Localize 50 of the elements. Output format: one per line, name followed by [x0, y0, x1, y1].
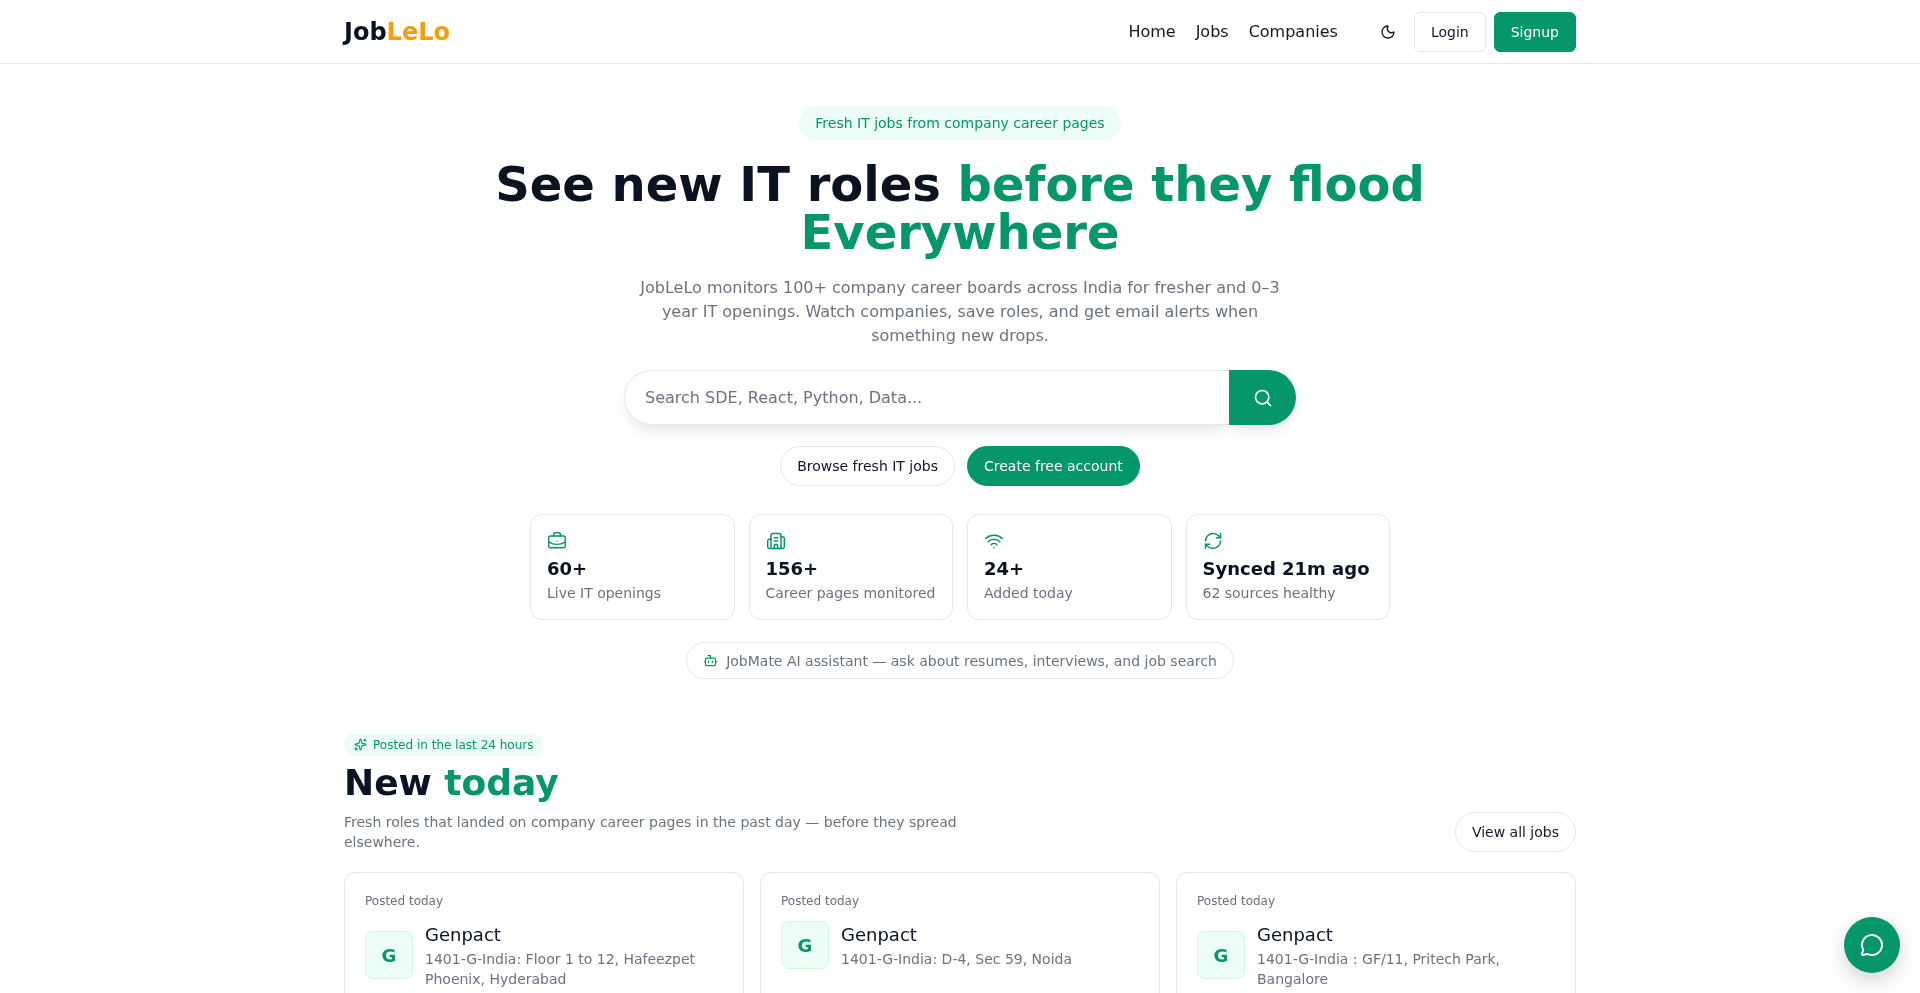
- login-button[interactable]: Login: [1413, 11, 1486, 52]
- assistant-link[interactable]: JobMate AI assistant — ask about resumes, interviews, and job search: [686, 642, 1234, 679]
- company-name: Genpact: [1257, 923, 1333, 947]
- stat-label: 62 sources healthy: [1202, 584, 1336, 603]
- job-card[interactable]: Posted today G Genpact 1401-G-India : GF/11, Pritech Park, Bangalore: [1176, 872, 1576, 993]
- wifi-icon: [984, 531, 1004, 551]
- moon-icon: [1379, 23, 1396, 40]
- hero-badge: Fresh IT jobs from company career pages: [799, 106, 1121, 140]
- company-initial: G: [1197, 931, 1245, 979]
- nav-link[interactable]: Jobs: [1195, 19, 1229, 44]
- search-button[interactable]: [1229, 370, 1296, 425]
- search-icon: [1252, 387, 1273, 408]
- company-initial: G: [781, 921, 829, 969]
- company-initial: G: [365, 931, 413, 979]
- stat-value: 24+: [984, 557, 1025, 581]
- chat-bubble-icon: [1860, 933, 1884, 957]
- nav-link[interactable]: Companies: [1248, 19, 1338, 44]
- stat-value: 60+: [547, 557, 588, 581]
- company-name: Genpact: [425, 923, 501, 947]
- job-location: 1401-G-India : GF/11, Pritech Park, Bangalore: [1257, 950, 1502, 989]
- browse-jobs-button[interactable]: Browse fresh IT jobs: [780, 446, 955, 486]
- view-all-button[interactable]: View all jobs: [1454, 812, 1576, 852]
- hero-description: JobLeLo monitors 100+ company career boards across India for fresher and 0–3 year IT openings. Watch companies, save roles, and get email alerts when something new drops.: [638, 277, 1281, 347]
- stat-value: Synced 21m ago: [1202, 557, 1370, 581]
- job-location: 1401-G-India: Floor 1 to 12, Hafeezpet Phoenix, Hyderabad: [425, 950, 697, 989]
- search-input[interactable]: Search SDE, React, Python, Data...: [624, 370, 1229, 425]
- job-card[interactable]: Posted today G Genpact 1401-G-India: Floor 1 to 12, Hafeezpet Phoenix, Hyderabad: [344, 872, 744, 993]
- section-title: New today: [344, 763, 560, 803]
- posted-label: Posted today: [781, 893, 861, 909]
- section-description: Fresh roles that landed on company career pages in the past day — before they spread elsewhere.: [344, 813, 958, 852]
- create-account-button[interactable]: Create free account: [967, 446, 1140, 486]
- briefcase-icon: [547, 531, 567, 551]
- chat-button[interactable]: [1844, 917, 1900, 973]
- stat-value: 156+: [765, 557, 819, 581]
- building-icon: [765, 531, 786, 551]
- job-location: 1401-G-India: D-4, Sec 59, Noida: [841, 950, 1072, 969]
- stat-label: Added today: [984, 584, 1073, 603]
- robot-icon: [703, 653, 719, 668]
- job-card[interactable]: Posted today G Genpact 1401-G-India: D-4, Sec 59, Noida: [760, 872, 1160, 993]
- signup-button[interactable]: Signup: [1493, 11, 1576, 52]
- sparkle-icon: [354, 738, 367, 751]
- logo[interactable]: JobLeLo: [344, 15, 450, 48]
- posted-label: Posted today: [365, 893, 445, 909]
- posted-label: Posted today: [1197, 893, 1277, 909]
- company-name: Genpact: [841, 923, 917, 947]
- nav-link[interactable]: Home: [1128, 19, 1176, 44]
- badge-label: Posted in the last 24 hours: [373, 736, 534, 753]
- stat-label: Live IT openings: [547, 584, 662, 603]
- stat-label: Career pages monitored: [765, 584, 936, 603]
- refresh-icon: [1202, 531, 1223, 551]
